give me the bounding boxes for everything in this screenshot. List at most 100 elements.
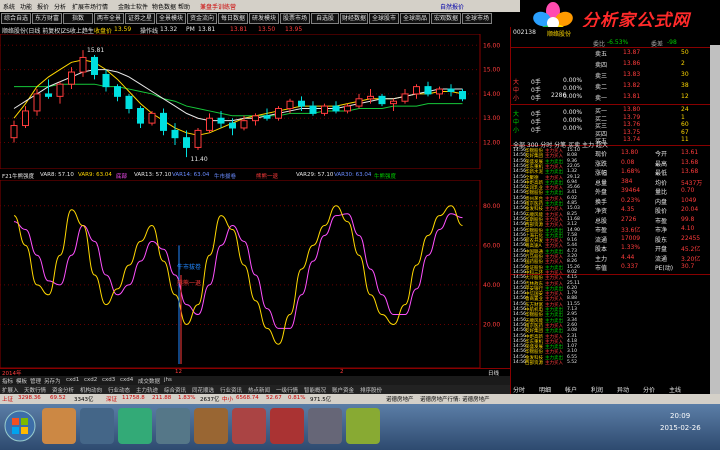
app-folder-icon[interactable] — [194, 408, 228, 444]
rp-bottom-tab[interactable]: 分时 — [513, 385, 525, 394]
tab2-9[interactable]: 热点新闻 — [248, 386, 270, 394]
tab-saveas[interactable]: 另存为 — [44, 377, 61, 385]
stat-label: 现价 — [595, 151, 608, 158]
tb-7[interactable]: 每日数据 — [218, 13, 248, 24]
news-ticker[interactable]: 诺德房地产行情: 诺德房地产 — [420, 395, 490, 403]
buy-price: 13.74 — [623, 136, 641, 143]
tb-9[interactable]: 股票市场 — [280, 13, 310, 24]
tab2-5[interactable]: 主力轨迹 — [136, 386, 158, 394]
app-green-icon[interactable] — [346, 408, 380, 444]
zx-amount: 971.5亿 — [310, 397, 332, 403]
tb-4[interactable]: 证券之星 — [125, 13, 155, 24]
zx-change: 52.67 — [266, 395, 282, 401]
rp-bottom-tab[interactable]: 明细 — [539, 385, 551, 394]
candle-body — [33, 93, 41, 112]
tab2-3[interactable]: 机构动向 — [80, 386, 102, 394]
stat-label: 流通 — [595, 236, 608, 244]
tab2-11[interactable]: 智能概况 — [304, 386, 326, 394]
start-button-icon[interactable] — [4, 410, 36, 442]
tab-indicator[interactable]: 指标 — [2, 377, 13, 385]
menu-analysis[interactable]: 分析 — [54, 2, 66, 11]
stat-label: 均价 — [655, 179, 668, 187]
rp-bottom-tab[interactable]: 分价 — [643, 385, 655, 394]
buy-volume: 67 — [681, 128, 689, 136]
candle-body — [286, 100, 294, 110]
tab2-4[interactable]: 行业动态 — [108, 386, 130, 394]
tb-13[interactable]: 全球商品 — [400, 13, 430, 24]
stat-value: 39464 — [621, 187, 641, 194]
tab-manage[interactable]: 管理 — [30, 377, 41, 385]
tb-11[interactable]: 财经数据 — [340, 13, 368, 24]
app-media-icon[interactable] — [42, 408, 76, 444]
stat-label: 最低 — [655, 170, 668, 177]
tab-jhs[interactable]: jhs — [164, 377, 172, 383]
menu-system[interactable]: 系统 — [3, 2, 15, 11]
tick-action: 主力买入 — [545, 361, 563, 366]
app-browser-icon[interactable] — [80, 408, 114, 444]
app-stock-icon[interactable] — [232, 408, 266, 444]
stat-label: 股价 — [655, 208, 668, 215]
stat-value: 1.68% — [621, 168, 641, 175]
tick-price: 3.08 — [567, 328, 578, 334]
info-tabs: 扩展入 天数行情 资金分析 机构动向 行业动态 主力轨迹 综合资讯 同花顺选 行… — [0, 385, 510, 394]
app-ie-icon[interactable] — [118, 408, 152, 444]
tb-15[interactable]: 全球市场 — [462, 13, 492, 24]
candle-body — [263, 115, 271, 119]
menu-quote[interactable]: 报价 — [37, 2, 49, 11]
stat-value: 1.33% — [621, 244, 641, 251]
tab2-7[interactable]: 同花顺选 — [192, 386, 214, 394]
candle-body — [102, 73, 110, 88]
tb-3[interactable]: 两市全景 — [94, 13, 124, 24]
tab2-12[interactable]: 账户资金 — [332, 386, 354, 394]
app-edu-icon[interactable] — [156, 408, 190, 444]
tab2-10[interactable]: 一级行情 — [276, 386, 298, 394]
tb-12[interactable]: 全球股市 — [369, 13, 399, 24]
menu-training[interactable]: 兼盘手训练营 — [200, 2, 236, 11]
tb-1[interactable]: 东方财富 — [32, 13, 62, 24]
app-gray-icon[interactable] — [308, 408, 342, 444]
tb-0[interactable]: 综合自选 — [1, 13, 31, 24]
indicator-tabs: 指标 模板 管理 另存为 cxd1 cxd2 cxd3 cxd4 成交数据 jh… — [0, 376, 510, 385]
tab2-1[interactable]: 天数行情 — [24, 386, 46, 394]
tick-price: 4.73 — [567, 248, 578, 254]
tab-cxd4[interactable]: cxd4 — [120, 377, 133, 383]
tb-10[interactable]: 自选股 — [311, 13, 339, 24]
tab-cxd2[interactable]: cxd2 — [84, 377, 97, 383]
tab2-8[interactable]: 行业资讯 — [220, 386, 242, 394]
tab-volume[interactable]: 成交数据 — [138, 377, 160, 385]
sell-volume: 2 — [681, 60, 685, 67]
tb-8[interactable]: 研发模块 — [249, 13, 279, 24]
tick-price: 3.10 — [567, 349, 578, 355]
tab2-13[interactable]: 排序股份 — [360, 386, 382, 394]
tb-6[interactable]: 资金流向 — [187, 13, 217, 24]
sh-label: 上证 — [2, 397, 14, 403]
candle-body — [413, 86, 420, 95]
ind-v7: 熊熊一退 — [256, 174, 279, 180]
tab2-6[interactable]: 综合资讯 — [164, 386, 186, 394]
scrollbar[interactable] — [710, 45, 720, 394]
date-month-1: 12 — [175, 369, 182, 375]
menu-function[interactable]: 功能 — [20, 2, 32, 11]
app-red-icon[interactable] — [270, 408, 304, 444]
tb-14[interactable]: 宏观数据 — [431, 13, 461, 24]
tb-2[interactable]: 指数 — [63, 13, 93, 24]
tab2-2[interactable]: 资金分析 — [52, 386, 74, 394]
rp-bottom-tab[interactable]: 异动 — [617, 385, 629, 394]
tb-5[interactable]: 全景模块 — [156, 13, 186, 24]
rp-bottom-tab[interactable]: 帐户 — [565, 385, 577, 394]
oscillator-chart[interactable]: 80.00 60.00 40.00 20.00 牛市拔卷 熊熊一退 — [0, 180, 510, 368]
tab2-0[interactable]: 扩展入 — [2, 386, 19, 394]
menu-auto-quote[interactable]: 自然报价 — [440, 2, 464, 11]
tab-cxd3[interactable]: cxd3 — [102, 377, 115, 383]
menu-ext-market[interactable]: 扩展市场行情 — [72, 2, 108, 11]
tab-cxd1[interactable]: cxd1 — [66, 377, 79, 383]
tick-price: 6.55 — [567, 354, 578, 360]
menu-help[interactable]: 帮助 — [178, 2, 190, 11]
kline-chart[interactable]: 16.00 15.00 14.00 13.00 12.00 15.81 11.40 — [0, 34, 510, 169]
tab-template[interactable]: 模板 — [16, 377, 27, 385]
candle-body — [332, 105, 340, 112]
menu-software[interactable]: 金融士软件 — [118, 2, 148, 11]
rp-bottom-tab[interactable]: 主线 — [669, 385, 681, 394]
rp-bottom-tab[interactable]: 利润 — [591, 385, 603, 394]
menu-data[interactable]: 物色数据 — [152, 2, 176, 11]
